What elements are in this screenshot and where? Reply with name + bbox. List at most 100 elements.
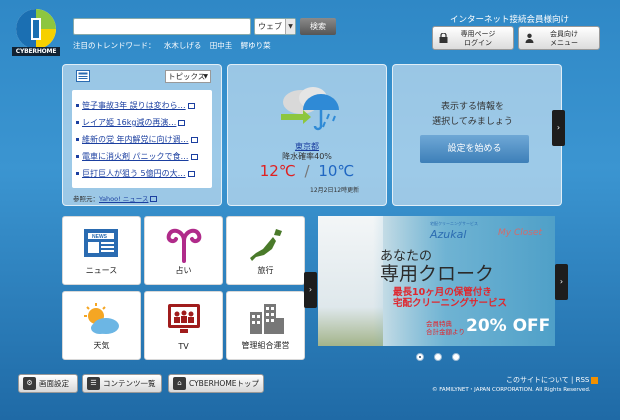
banner-brand-small: 宅配クリーニングサービス	[430, 221, 478, 226]
banner-headline-2: 専用クローク	[380, 263, 495, 285]
tile-label: ニュース	[85, 266, 118, 275]
banner-subline-2: 宅配クリーニングサービス	[393, 298, 508, 309]
topics-select[interactable]: トピックス ▼	[165, 70, 211, 83]
person-icon	[525, 33, 534, 43]
japan-map-icon	[249, 229, 282, 261]
banner-brand-secondary: My Closet	[498, 228, 542, 238]
banner-member-note-2: 合計金額より	[426, 328, 465, 336]
news-item[interactable]: 巨打巨人が狙う 5億円の大…	[76, 168, 195, 179]
news-source: 参照元：Yahoo! ニュース	[73, 193, 158, 203]
tiles-next-arrow[interactable]: ›	[304, 272, 317, 308]
banner-member-note-1: 会員特典	[426, 320, 452, 328]
banner-brand: Azukal	[430, 228, 467, 241]
news-item[interactable]: 笹子事故3年 誤りは変わら…	[76, 100, 195, 111]
external-window-icon	[150, 196, 158, 202]
banner-discount: 20% OFF	[466, 316, 551, 336]
tile-label: 管理組合運営	[241, 341, 290, 350]
topics-select-value: トピックス	[168, 72, 206, 81]
carousel-dot[interactable]	[452, 353, 460, 361]
tile-label: TV	[178, 342, 189, 351]
rss-icon[interactable]	[591, 376, 599, 384]
news-item-text: 巨打巨人が狙う 5億円の大…	[82, 169, 186, 178]
newspaper-icon: NEWS	[83, 229, 118, 257]
external-window-icon	[190, 153, 198, 160]
news-item[interactable]: 維新の党 年内解党に向け调…	[76, 134, 198, 145]
tile-tv[interactable]: TV	[144, 291, 223, 360]
tile-travel[interactable]: 旅行	[226, 216, 305, 285]
cyberhome-top-button[interactable]: ⌂ CYBERHOMEトップ	[168, 374, 264, 393]
news-panel-icon	[76, 70, 90, 82]
rain-probability: 降水確率40%	[282, 152, 332, 161]
tile-management[interactable]: 管理組合運営	[226, 291, 305, 360]
external-window-icon	[187, 102, 195, 109]
external-window-icon	[190, 136, 198, 143]
source-link[interactable]: Yahoo! ニュース	[99, 195, 148, 203]
about-link[interactable]: このサイトについて	[506, 376, 569, 384]
sun-cloud-icon	[83, 303, 119, 334]
news-item-text: 電車に消火剤 パニックで食…	[82, 152, 189, 161]
rain-icon	[281, 87, 339, 131]
tile-weather[interactable]: 天気	[62, 291, 141, 360]
external-window-icon	[187, 170, 195, 177]
banner-next-arrow[interactable]: ›	[555, 264, 568, 300]
start-settings-button[interactable]: 設定を始める	[420, 135, 529, 163]
banner-member-note: 会員特典 合計金額より	[426, 320, 465, 336]
search-input[interactable]	[73, 18, 251, 35]
tile-label: 旅行	[257, 266, 274, 275]
panel-next-arrow[interactable]: ›	[552, 110, 565, 146]
search-button[interactable]: 検索	[300, 18, 336, 35]
member-login-button[interactable]: 専用ページ ログイン	[432, 26, 514, 50]
tv-icon	[167, 304, 200, 333]
content-list-button[interactable]: ☰ コンテンツ一覧	[82, 374, 162, 393]
news-item-text: レイア姫 16kg減の再演…	[82, 118, 177, 127]
member-label: インターネット接続会員様向け	[450, 15, 570, 25]
external-window-icon	[178, 119, 186, 126]
lock-icon	[439, 33, 448, 43]
trending-word[interactable]: 水木しげる	[164, 41, 202, 50]
tile-fortune[interactable]: 占い	[144, 216, 223, 285]
tile-label: 天気	[93, 341, 110, 350]
news-item[interactable]: 電車に消火剤 パニックで食…	[76, 151, 198, 162]
svg-text:NEWS: NEWS	[92, 234, 108, 240]
home-icon: ⌂	[173, 377, 186, 390]
info-line: 表示する情報を	[440, 102, 504, 112]
source-label: 参照元：	[73, 195, 99, 203]
footer-separator: |	[571, 376, 574, 384]
info-line: 選択してみましょう	[432, 117, 513, 127]
cyberhome-top-label: CYBERHOMEトップ	[189, 379, 260, 388]
news-item-text: 維新の党 年内解党に向け调…	[82, 135, 189, 144]
building-icon	[249, 304, 284, 334]
trending-label: 注目のトレンドワード：	[73, 41, 156, 50]
list-icon: ☰	[87, 377, 100, 390]
search-type-value: ウェブ	[258, 22, 282, 31]
logo-text: CYBERHOME	[12, 47, 60, 56]
temp-separator: /	[304, 162, 310, 180]
temp-high: 12℃	[259, 162, 296, 180]
info-text: 表示する情報を 選択してみましょう	[395, 100, 550, 130]
aries-icon	[166, 228, 201, 263]
carousel-dot[interactable]	[434, 353, 442, 361]
temperatures: 12℃ / 10℃	[227, 162, 387, 180]
dropdown-arrow-icon: ▼	[203, 73, 208, 80]
rss-link[interactable]: RSS	[576, 376, 590, 384]
copyright: © FAMILYNET・JAPAN CORPORATION. All Right…	[432, 387, 591, 393]
promo-banner[interactable]: 宅配クリーニングサービス Azukal My Closet あなたの 専用クロー…	[318, 216, 555, 346]
screen-settings-label: 画面設定	[39, 379, 69, 388]
weather-updated: 12月2日12時更新	[310, 187, 360, 194]
carousel-dot[interactable]	[416, 353, 424, 361]
dropdown-arrow-icon: ▼	[285, 19, 295, 34]
tile-news[interactable]: NEWS ニュース	[62, 216, 141, 285]
news-item-text: 笹子事故3年 誤りは変わら…	[82, 101, 186, 110]
temp-low: 10℃	[318, 162, 355, 180]
search-type-select[interactable]: ウェブ ▼	[254, 18, 296, 35]
member-menu-button[interactable]: 会員向け メニュー	[518, 26, 600, 50]
news-item[interactable]: レイア姫 16kg減の再演…	[76, 117, 186, 128]
tile-label: 占い	[175, 266, 192, 275]
content-list-label: コンテンツ一覧	[103, 379, 156, 388]
footer-links: このサイトについて | RSS	[506, 375, 599, 385]
trending-words: 注目のトレンドワード： 水木しげる 田中圭 鰐ゆり菜	[73, 40, 277, 51]
trending-word[interactable]: 鰐ゆり菜	[241, 41, 271, 50]
gear-icon: ⚙	[23, 377, 36, 390]
trending-word[interactable]: 田中圭	[210, 41, 233, 50]
screen-settings-button[interactable]: ⚙ 画面設定	[18, 374, 78, 393]
